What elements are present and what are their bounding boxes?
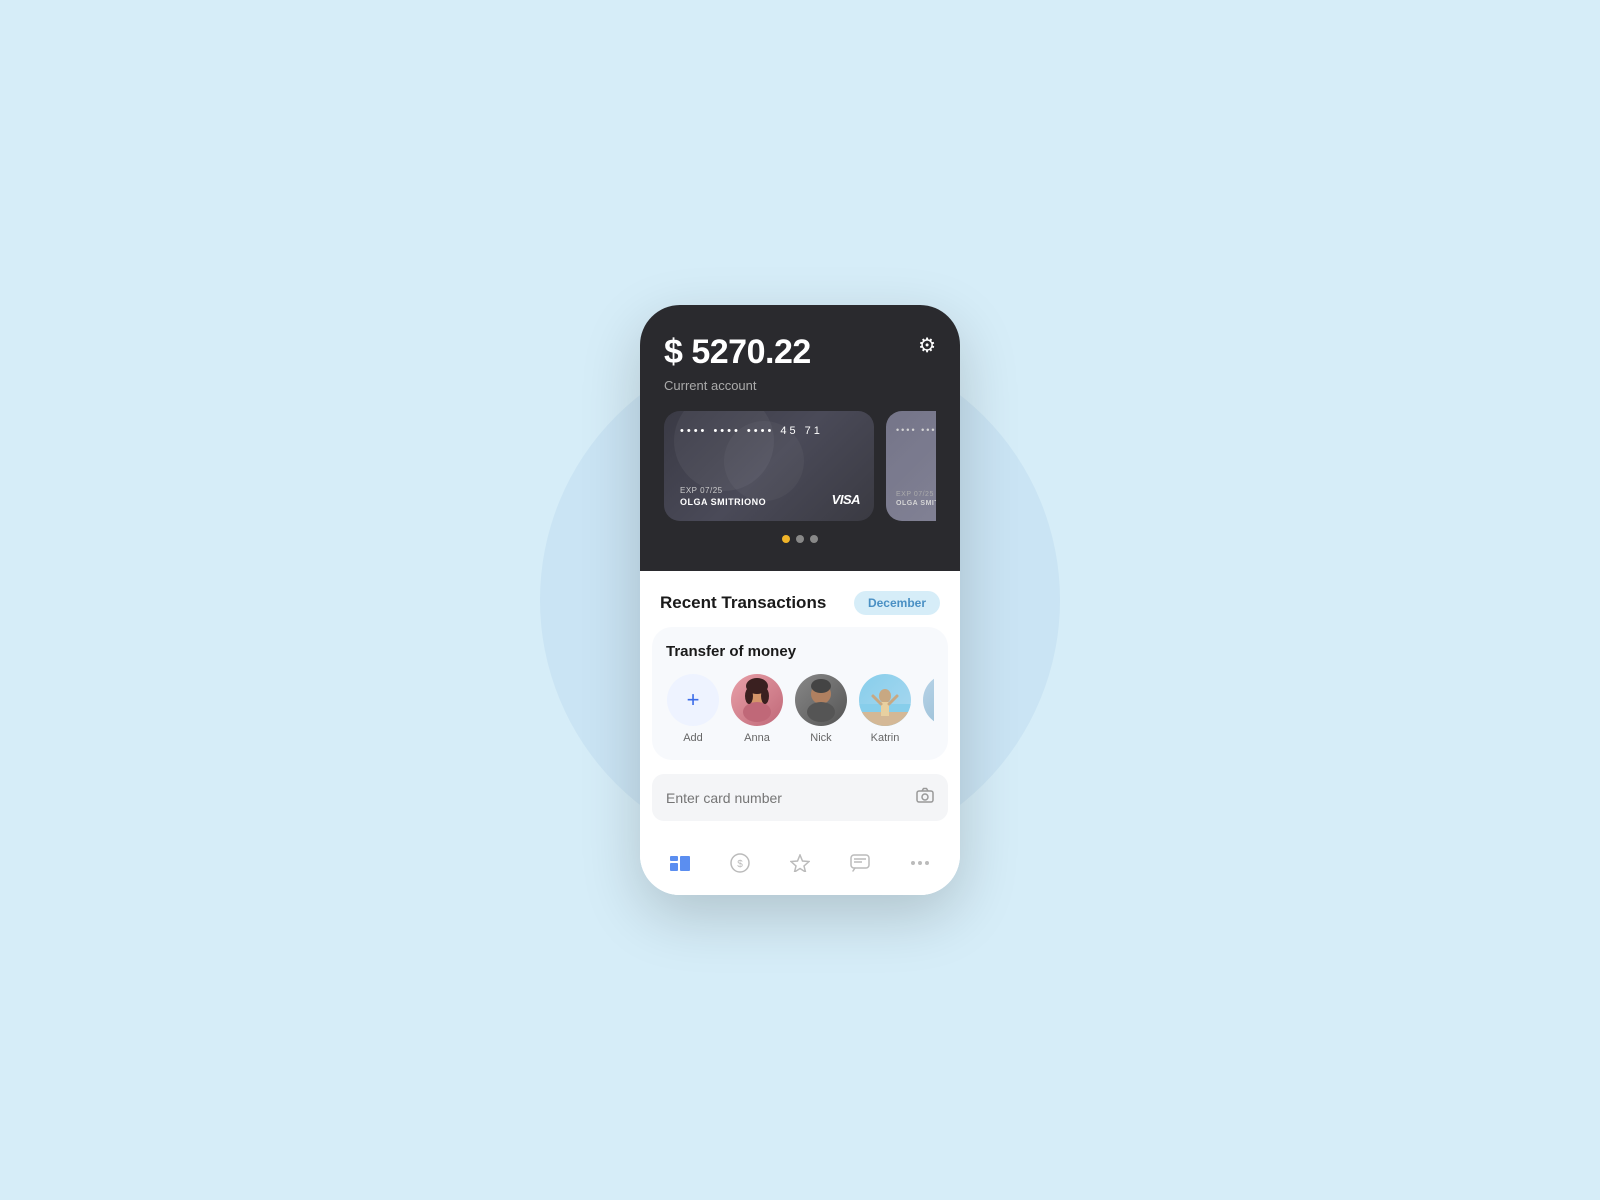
card-1-exp: EXP 07/25 <box>680 486 766 495</box>
carousel-dots <box>664 535 936 547</box>
contact-anna[interactable]: Anna <box>730 674 784 744</box>
katrin-label: Katrin <box>871 732 900 744</box>
nav-money[interactable]: $ <box>722 851 758 875</box>
transfer-section: Transfer of money + Add <box>652 627 948 760</box>
chat-icon <box>850 854 870 872</box>
transfer-title: Transfer of money <box>666 643 934 660</box>
nick-avatar-img <box>795 674 847 726</box>
card-2[interactable]: •••• ••• EXP 07/25 OLGA SMIT <box>886 411 936 521</box>
k-avatar[interactable] <box>923 674 934 726</box>
dot-1[interactable] <box>782 535 790 543</box>
contact-add[interactable]: + Add <box>666 674 720 744</box>
plus-icon: + <box>687 689 700 711</box>
balance-amount: $ 5270.22 <box>664 333 936 372</box>
phone-top-section: ⚙ $ 5270.22 Current account •••• •••• ••… <box>640 305 960 571</box>
phone-container: ⚙ $ 5270.22 Current account •••• •••• ••… <box>640 305 960 895</box>
katrin-avatar[interactable] <box>859 674 911 726</box>
nav-more[interactable] <box>902 851 938 875</box>
card-2-number: •••• ••• <box>896 425 936 435</box>
card-number-input-wrapper[interactable] <box>652 774 948 821</box>
contact-nick[interactable]: Nick <box>794 674 848 744</box>
account-label: Current account <box>664 378 936 393</box>
anna-label: Anna <box>744 732 770 744</box>
nav-chat[interactable] <box>842 851 878 875</box>
camera-svg <box>916 787 934 803</box>
contact-list: + Add <box>666 674 934 744</box>
svg-text:$: $ <box>737 859 743 870</box>
recent-transactions-title: Recent Transactions <box>660 593 826 613</box>
contact-k[interactable]: K <box>922 674 934 744</box>
nick-label: Nick <box>810 732 831 744</box>
recent-transactions-header: Recent Transactions December <box>640 571 960 627</box>
card-carousel: •••• •••• •••• 45 71 EXP 07/25 OLGA SMIT… <box>664 411 936 521</box>
settings-icon[interactable]: ⚙ <box>918 333 936 358</box>
card-number-input[interactable] <box>666 790 916 806</box>
anna-avatar[interactable] <box>731 674 783 726</box>
card-2-name: OLGA SMIT <box>896 500 936 507</box>
dot-3[interactable] <box>810 535 818 543</box>
contact-add-label: Add <box>683 732 703 744</box>
home-icon <box>669 854 691 872</box>
katrin-avatar-img <box>859 674 911 726</box>
camera-icon[interactable] <box>916 787 934 808</box>
anna-avatar-img <box>731 674 783 726</box>
contact-katrin[interactable]: Katrin <box>858 674 912 744</box>
month-badge[interactable]: December <box>854 591 940 615</box>
more-icon <box>910 860 930 866</box>
phone-bottom-section: Recent Transactions December Transfer of… <box>640 571 960 895</box>
add-contact-avatar[interactable]: + <box>667 674 719 726</box>
money-icon: $ <box>730 853 750 873</box>
bottom-nav: $ <box>640 835 960 895</box>
card-1-number: •••• •••• •••• 45 71 <box>680 425 858 437</box>
card-1[interactable]: •••• •••• •••• 45 71 EXP 07/25 OLGA SMIT… <box>664 411 874 521</box>
card-2-exp: EXP 07/25 <box>896 491 936 498</box>
card-1-name: OLGA SMITRIONO <box>680 497 766 507</box>
nav-home[interactable] <box>662 851 698 875</box>
dot-2[interactable] <box>796 535 804 543</box>
star-icon <box>790 854 810 872</box>
nick-avatar[interactable] <box>795 674 847 726</box>
phone-wrapper: ⚙ $ 5270.22 Current account •••• •••• ••… <box>640 305 960 895</box>
card-1-brand: VISA <box>832 492 860 507</box>
k-avatar-img <box>923 674 934 726</box>
nav-favorites[interactable] <box>782 851 818 875</box>
